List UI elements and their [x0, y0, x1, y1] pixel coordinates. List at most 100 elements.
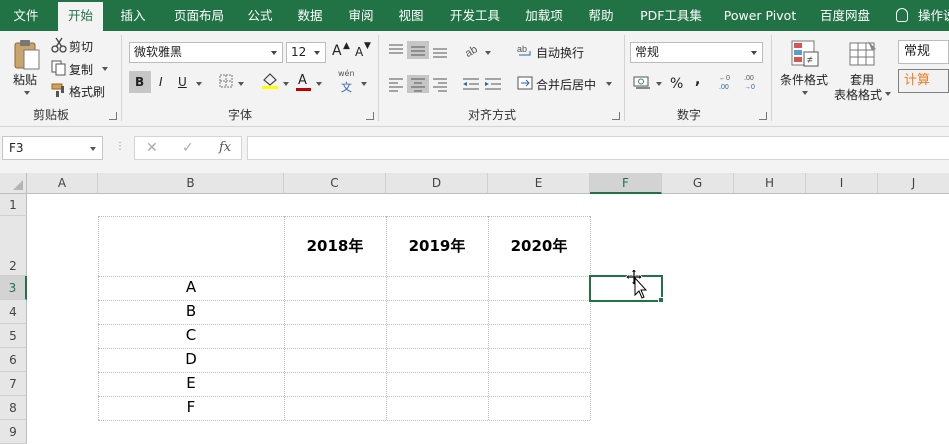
- table-row-label[interactable]: F: [98, 398, 284, 416]
- tab-baidu-netdisk[interactable]: 百度网盘: [812, 0, 878, 31]
- tab-developer[interactable]: 开发工具: [443, 0, 507, 31]
- tab-formulas[interactable]: 公式: [240, 0, 280, 31]
- tab-view[interactable]: 视图: [391, 0, 431, 31]
- conditional-format-dropdown-icon[interactable]: [802, 91, 808, 95]
- wrap-text-button[interactable]: 自动换行: [536, 44, 584, 61]
- table-row-label[interactable]: B: [98, 302, 284, 320]
- font-name-combo[interactable]: 微软雅黑: [129, 42, 283, 63]
- tab-power-pivot[interactable]: Power Pivot: [718, 0, 802, 31]
- number-format-combo[interactable]: 常规: [630, 42, 763, 63]
- tab-file[interactable]: 文件: [0, 0, 52, 31]
- enter-icon[interactable]: ✓: [182, 140, 194, 156]
- format-painter-button[interactable]: 格式刷: [69, 83, 105, 100]
- row-header[interactable]: 7: [0, 372, 27, 396]
- increase-decimal-icon[interactable]: ←0 .00: [718, 72, 738, 92]
- tab-insert[interactable]: 插入: [110, 0, 156, 31]
- cell-style-normal[interactable]: 常规: [898, 40, 949, 64]
- increase-indent-icon[interactable]: [485, 78, 501, 90]
- currency-icon[interactable]: [633, 74, 651, 90]
- column-header[interactable]: D: [386, 173, 488, 194]
- merge-center-dropdown-icon[interactable]: [606, 82, 612, 86]
- paste-button[interactable]: 粘贴: [13, 71, 37, 88]
- format-as-table-line2[interactable]: 表格格式: [834, 86, 882, 103]
- tell-me-search[interactable]: 操作说: [918, 0, 949, 31]
- column-header[interactable]: J: [878, 173, 949, 194]
- font-size-combo[interactable]: 12: [286, 42, 326, 63]
- copy-dropdown-icon[interactable]: [102, 67, 108, 71]
- select-all-corner[interactable]: [0, 173, 27, 194]
- column-header[interactable]: I: [806, 173, 878, 194]
- formula-input[interactable]: [247, 136, 949, 160]
- row-header[interactable]: 6: [0, 348, 27, 372]
- align-right-icon[interactable]: [433, 78, 447, 92]
- fill-color-dropdown-icon[interactable]: [283, 82, 289, 86]
- tab-help[interactable]: 帮助: [581, 0, 621, 31]
- tab-page-layout[interactable]: 页面布局: [163, 0, 235, 31]
- column-header[interactable]: A: [27, 173, 98, 194]
- row-header[interactable]: 5: [0, 324, 27, 348]
- cancel-icon[interactable]: ✕: [146, 140, 158, 156]
- phonetic-pinyin[interactable]: wén: [338, 69, 355, 78]
- fill-color-icon[interactable]: [261, 72, 279, 89]
- column-header-selected[interactable]: F: [590, 173, 662, 194]
- currency-dropdown-icon[interactable]: [656, 82, 662, 86]
- underline-dropdown-icon[interactable]: [196, 82, 202, 86]
- align-left-icon[interactable]: [389, 78, 403, 92]
- fill-handle[interactable]: [658, 297, 664, 303]
- tab-pdf-tools[interactable]: PDF工具集: [632, 0, 710, 31]
- table-header-cell[interactable]: 2020年: [488, 235, 590, 256]
- row-header[interactable]: 9: [0, 420, 27, 444]
- more-options-icon[interactable]: ⋮: [115, 141, 125, 152]
- row-header[interactable]: 2: [0, 216, 27, 276]
- alignment-launcher-icon[interactable]: [612, 112, 620, 120]
- orientation-icon[interactable]: ab: [463, 40, 481, 58]
- column-header[interactable]: G: [662, 173, 734, 194]
- phonetic-button[interactable]: 文: [341, 79, 352, 95]
- font-color-dropdown-icon[interactable]: [316, 82, 322, 86]
- percent-button[interactable]: %: [670, 76, 683, 92]
- table-row-label[interactable]: E: [98, 374, 284, 392]
- tab-add-ins[interactable]: 加载项: [518, 0, 570, 31]
- orientation-dropdown-icon[interactable]: [485, 51, 491, 55]
- tab-review[interactable]: 审阅: [341, 0, 381, 31]
- decrease-decimal-icon[interactable]: .00 →0: [743, 72, 763, 92]
- row-header[interactable]: 8: [0, 396, 27, 420]
- clipboard-launcher-icon[interactable]: [109, 112, 117, 120]
- conditional-format-button[interactable]: 条件格式: [780, 71, 828, 88]
- row-header-selected[interactable]: 3: [0, 276, 27, 300]
- paste-dropdown-icon[interactable]: [24, 91, 30, 95]
- shrink-font-button[interactable]: A: [355, 45, 363, 59]
- table-row-label[interactable]: C: [98, 326, 284, 344]
- tab-data[interactable]: 数据: [290, 0, 330, 31]
- cut-button[interactable]: 剪切: [69, 38, 93, 55]
- bottom-align-icon[interactable]: [433, 48, 447, 58]
- bold-button[interactable]: B: [135, 75, 144, 89]
- column-header[interactable]: H: [734, 173, 806, 194]
- phonetic-dropdown-icon[interactable]: [361, 82, 367, 86]
- column-header[interactable]: B: [98, 173, 284, 194]
- copy-button[interactable]: 复制: [69, 61, 93, 78]
- table-header-cell[interactable]: 2019年: [386, 235, 488, 256]
- decrease-indent-icon[interactable]: [463, 78, 479, 90]
- tab-home[interactable]: 开始: [58, 2, 103, 31]
- grow-font-button[interactable]: A: [332, 43, 342, 59]
- comma-button[interactable]: ,: [695, 72, 700, 88]
- name-box[interactable]: F3: [2, 136, 103, 160]
- cell-style-calculation[interactable]: 计算: [898, 69, 949, 93]
- italic-button[interactable]: I: [159, 75, 163, 89]
- font-launcher-icon[interactable]: [366, 112, 374, 120]
- format-as-table-dropdown-icon[interactable]: [885, 92, 891, 96]
- underline-button[interactable]: U: [178, 75, 187, 89]
- table-row-label[interactable]: D: [98, 350, 284, 368]
- row-header[interactable]: 4: [0, 300, 27, 324]
- border-icon[interactable]: [219, 74, 234, 89]
- column-header[interactable]: E: [488, 173, 590, 194]
- merge-center-button[interactable]: 合并后居中: [536, 76, 596, 93]
- border-dropdown-icon[interactable]: [238, 82, 244, 86]
- top-align-icon[interactable]: [389, 44, 403, 54]
- insert-function-icon[interactable]: fx: [219, 140, 231, 155]
- table-row-label[interactable]: A: [98, 278, 284, 296]
- column-header[interactable]: C: [284, 173, 386, 194]
- row-header[interactable]: 1: [0, 194, 27, 216]
- lightbulb-icon[interactable]: [896, 8, 908, 22]
